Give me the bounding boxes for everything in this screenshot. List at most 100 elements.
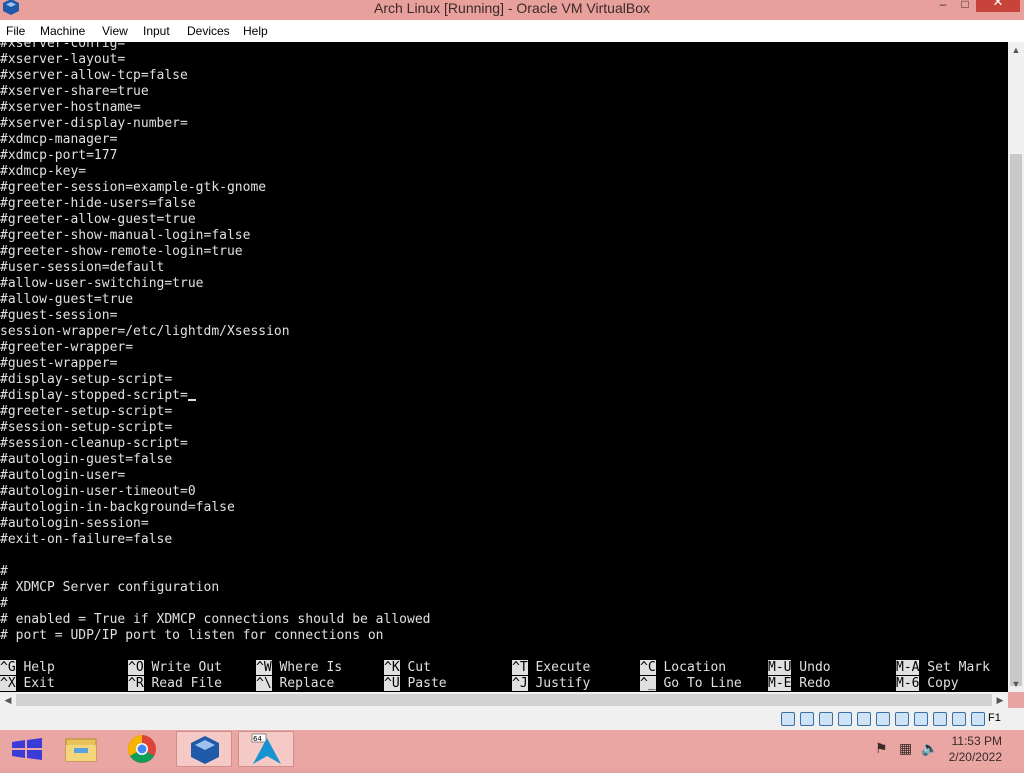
shortcut-key: ^J — [512, 676, 528, 691]
nano-shortcut: M-E Redo — [768, 676, 831, 692]
action-center-icon[interactable]: ⚑ — [875, 740, 888, 757]
terminal-line: #session-setup-script= — [0, 420, 173, 435]
scroll-down-icon[interactable]: ▼ — [1008, 676, 1024, 692]
shortcut-label: Help — [15, 660, 55, 675]
shared-folder-icon[interactable] — [876, 712, 890, 726]
shortcut-key: M-A — [896, 660, 920, 675]
terminal-line: #autologin-session= — [0, 516, 149, 531]
display-icon[interactable] — [895, 712, 909, 726]
nano-shortcut: ^_ Go To Line — [640, 676, 742, 692]
terminal-line: # — [0, 564, 8, 579]
nano-shortcut: M-A Set Mark — [896, 660, 990, 676]
svg-text:64: 64 — [253, 735, 262, 743]
cpu-icon[interactable] — [933, 712, 947, 726]
nano-shortcut: ^X Exit — [0, 676, 55, 692]
shortcut-key: M-E — [768, 676, 792, 691]
terminal-line: #greeter-session=example-gtk-gnome — [0, 180, 267, 195]
network-icon[interactable] — [838, 712, 852, 726]
terminal-line: #greeter-show-manual-login=false — [0, 228, 251, 243]
menu-bar: File Machine View Input Devices Help — [0, 20, 1024, 43]
terminal-line: #xserver-config= — [0, 42, 126, 51]
shortcut-label: Copy — [919, 676, 959, 691]
nano-shortcut: ^T Execute — [512, 660, 590, 676]
nano-shortcut: ^C Location — [640, 660, 726, 676]
optical-drive-icon[interactable] — [800, 712, 814, 726]
shortcut-label: Read File — [143, 676, 222, 691]
vertical-scrollbar[interactable]: ▲ ▼ — [1008, 42, 1024, 692]
menu-view[interactable]: View — [102, 24, 128, 38]
shortcut-label: Execute — [527, 660, 591, 675]
arch-linux-icon[interactable]: 64 — [238, 731, 294, 767]
nano-shortcut: ^W Where Is — [256, 660, 342, 676]
window-titlebar[interactable]: Arch Linux [Running] - Oracle VM Virtual… — [0, 0, 1024, 22]
terminal-line: #autologin-user-timeout=0 — [0, 484, 196, 499]
usb-icon[interactable] — [857, 712, 871, 726]
file-explorer-icon[interactable] — [54, 731, 110, 767]
shortcut-key: ^G — [0, 660, 16, 675]
menu-file[interactable]: File — [6, 24, 25, 38]
shortcut-label: Exit — [15, 676, 55, 691]
hard-disk-icon[interactable] — [781, 712, 795, 726]
terminal-line: #greeter-wrapper= — [0, 340, 134, 355]
start-icon[interactable] — [0, 731, 56, 767]
terminal-line: #xserver-share=true — [0, 84, 149, 99]
shortcut-key: M-U — [768, 660, 792, 675]
nano-shortcut: ^\ Replace — [256, 676, 334, 692]
shortcut-key: ^K — [384, 660, 400, 675]
terminal-line: #session-cleanup-script= — [0, 436, 188, 451]
scroll-left-icon[interactable]: ◀ — [0, 692, 16, 708]
menu-help[interactable]: Help — [243, 24, 268, 38]
clock-time[interactable]: 11:53 PM — [952, 734, 1002, 748]
terminal-line: #display-stopped-script= — [0, 388, 196, 404]
terminal-line: #greeter-allow-guest=true — [0, 212, 196, 227]
shortcut-label: Redo — [791, 676, 831, 691]
terminal-line: #guest-session= — [0, 308, 118, 323]
minimize-button[interactable]: – — [932, 0, 954, 12]
virtualbox-icon[interactable] — [176, 731, 232, 767]
video-capture-icon[interactable] — [914, 712, 928, 726]
network-tray-icon[interactable]: ▦ — [899, 740, 912, 757]
terminal-line: #xdmcp-manager= — [0, 132, 118, 147]
terminal-line: #xdmcp-key= — [0, 164, 87, 179]
terminal-line: #allow-guest=true — [0, 292, 134, 307]
windows-taskbar: 64 ⚑ ▦ 🔈 11:53 PM 2/20/2022 — [0, 730, 1024, 768]
terminal-line: # XDMCP Server configuration — [0, 580, 220, 595]
terminal-line: #guest-wrapper= — [0, 356, 118, 371]
horizontal-scroll-thumb[interactable] — [16, 694, 992, 706]
mouse-integration-icon[interactable] — [952, 712, 966, 726]
clock-date[interactable]: 2/20/2022 — [949, 750, 1002, 764]
shortcut-label: Where Is — [271, 660, 343, 675]
terminal-line: #autologin-guest=false — [0, 452, 173, 467]
vertical-scroll-thumb[interactable] — [1010, 154, 1022, 686]
scroll-right-icon[interactable]: ▶ — [992, 692, 1008, 708]
horizontal-scrollbar[interactable]: ◀ ▶ — [0, 692, 1008, 708]
shortcut-key: ^X — [0, 676, 16, 691]
menu-devices[interactable]: Devices — [187, 24, 230, 38]
terminal-line: #xdmcp-port=177 — [0, 148, 118, 163]
shortcut-label: Write Out — [143, 660, 222, 675]
terminal-line: #autologin-user= — [0, 468, 126, 483]
nano-shortcut: M-6 Copy — [896, 676, 959, 692]
nano-shortcut: ^G Help — [0, 660, 55, 676]
arrow-icon[interactable] — [971, 712, 985, 726]
shortcut-key: ^_ — [640, 676, 656, 691]
shortcut-key: ^\ — [256, 676, 272, 691]
menu-input[interactable]: Input — [143, 24, 170, 38]
terminal-line: # — [0, 596, 8, 611]
terminal-line: #xserver-layout= — [0, 52, 126, 67]
terminal-line: #greeter-show-remote-login=true — [0, 244, 243, 259]
maximize-button[interactable]: □ — [954, 0, 976, 12]
audio-icon[interactable] — [819, 712, 833, 726]
chrome-icon[interactable] — [114, 731, 170, 767]
close-button[interactable]: ✕ — [976, 0, 1020, 12]
vm-terminal-screen[interactable]: #xserver-config= #xserver-layout= #xserver… — [0, 42, 1008, 692]
shortcut-label: Location — [655, 660, 727, 675]
terminal-line: #greeter-setup-script= — [0, 404, 173, 419]
menu-machine[interactable]: Machine — [40, 24, 85, 38]
volume-muted-icon[interactable]: 🔈 — [921, 740, 938, 757]
shortcut-label: Paste — [399, 676, 447, 691]
terminal-line: session-wrapper=/etc/lightdm/Xsession — [0, 324, 290, 339]
shortcut-label: Undo — [791, 660, 831, 675]
shortcut-key: ^U — [384, 676, 400, 691]
scroll-up-icon[interactable]: ▲ — [1008, 42, 1024, 58]
